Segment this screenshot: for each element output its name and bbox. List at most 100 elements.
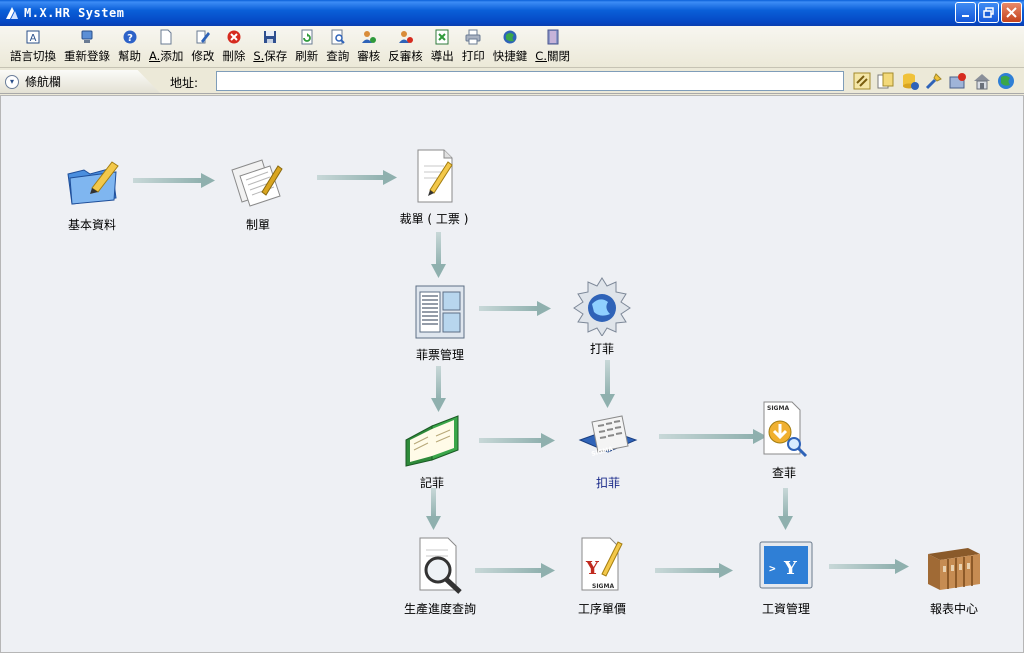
flow-arrows bbox=[133, 170, 909, 578]
toolbar-item-label: 刪除 bbox=[222, 49, 246, 63]
language-switch-button[interactable]: A 語言切換 bbox=[6, 29, 60, 64]
minimize-icon bbox=[961, 14, 969, 17]
flow-node-basic-data[interactable]: 基本資料 bbox=[37, 152, 147, 233]
svg-text:SIGMA: SIGMA bbox=[591, 445, 614, 458]
calculator-ticket-icon: SIGMA bbox=[578, 415, 638, 458]
export-icon bbox=[435, 29, 449, 45]
search-document-icon bbox=[419, 537, 462, 594]
address-input[interactable] bbox=[216, 71, 844, 91]
toolbar-item-label: 修改 bbox=[191, 49, 215, 63]
minimize-button[interactable] bbox=[955, 2, 976, 23]
flow-node-make-order[interactable]: 制單 bbox=[203, 152, 313, 233]
svg-text:A: A bbox=[30, 33, 37, 44]
toolbar-item-label: 查詢 bbox=[326, 49, 350, 63]
refresh-button[interactable]: 刷新 bbox=[291, 29, 322, 64]
toolbar-item-text: 添加 bbox=[160, 49, 184, 63]
close-door-icon bbox=[547, 29, 559, 45]
edit-button[interactable]: 修改 bbox=[187, 29, 218, 64]
chevron-toggle-icon[interactable]: ▾ bbox=[5, 74, 19, 89]
approve-button[interactable]: 審核 bbox=[353, 29, 384, 64]
query-button[interactable]: 查詢 bbox=[322, 29, 353, 64]
flow-node-progress-query[interactable]: 生產進度查詢 bbox=[385, 536, 495, 617]
toolbar-item-text: 關閉 bbox=[546, 49, 570, 63]
flow-node-process-price[interactable]: Y SIGMA 工序單價 bbox=[547, 536, 657, 617]
help-icon: ? bbox=[123, 30, 136, 44]
svg-text:SIGMA: SIGMA bbox=[592, 583, 614, 590]
export-button[interactable]: 導出 bbox=[427, 29, 458, 64]
price-document-icon: Y SIGMA bbox=[581, 537, 623, 591]
arrow-cutting-to-ticket bbox=[431, 232, 446, 278]
close-icon bbox=[1006, 7, 1017, 18]
address-label: 地址: bbox=[170, 76, 199, 90]
accelerator-key: S. bbox=[253, 49, 265, 63]
archive-boxes-icon bbox=[928, 548, 980, 590]
flow-node-report-center[interactable]: 報表中心 bbox=[899, 536, 1009, 617]
toolbar-item-label: 快捷鍵 bbox=[492, 49, 528, 63]
restore-icon bbox=[983, 7, 994, 18]
home-icon[interactable] bbox=[972, 71, 992, 91]
arrow-wage-to-report bbox=[829, 559, 909, 574]
toolbar-item-label: 打印 bbox=[461, 49, 485, 63]
toolbar-item-label: 導出 bbox=[430, 49, 454, 63]
nav-panel-label: 條航欄 bbox=[25, 75, 62, 89]
documents-pen-icon bbox=[231, 159, 283, 207]
network-settings-icon[interactable] bbox=[948, 71, 968, 91]
print-icon bbox=[465, 29, 481, 45]
copy-icon[interactable] bbox=[876, 71, 896, 91]
toolbar-item-label: A.添加 bbox=[149, 48, 183, 64]
shortcut-icon bbox=[503, 30, 517, 44]
svg-text:Y: Y bbox=[783, 558, 798, 579]
app-logo-icon bbox=[6, 7, 18, 19]
add-icon bbox=[160, 29, 172, 45]
flow-node-record-ticket[interactable]: 記菲 bbox=[377, 410, 487, 491]
document-pencil-icon bbox=[417, 149, 453, 203]
flow-node-print-ticket[interactable]: 打菲 bbox=[547, 276, 657, 357]
flow-node-deduct-ticket[interactable]: SIGMA 扣菲 bbox=[553, 410, 663, 491]
save-button[interactable]: S.保存 bbox=[249, 29, 291, 64]
toolbar-item-label: 反審核 bbox=[388, 49, 423, 63]
unapprove-button[interactable]: 反審核 bbox=[384, 29, 427, 64]
svg-text:Y: Y bbox=[585, 558, 600, 579]
flow-node-label: 記菲 bbox=[419, 476, 444, 490]
unapprove-icon bbox=[398, 31, 413, 43]
toolbar-item-text: 保存 bbox=[264, 49, 288, 63]
shortcut-button[interactable]: 快捷鍵 bbox=[489, 29, 532, 64]
toolbar-item-label: 重新登錄 bbox=[64, 49, 110, 63]
title-bar: M.X.HR System bbox=[0, 0, 1024, 26]
address-bar: ▾ 條航欄 地址: bbox=[0, 68, 1024, 94]
svg-text:SIGMA: SIGMA bbox=[767, 405, 789, 412]
database-settings-icon[interactable] bbox=[900, 71, 920, 91]
flow-node-label: 工資管理 bbox=[761, 602, 810, 616]
help-button[interactable]: ? 幫助 bbox=[114, 29, 145, 64]
close-app-button[interactable]: C.關閉 bbox=[531, 29, 574, 64]
restore-button[interactable] bbox=[978, 2, 999, 23]
print-button[interactable]: 打印 bbox=[458, 29, 489, 64]
svg-text:>: > bbox=[769, 562, 776, 575]
open-book-icon bbox=[405, 415, 459, 467]
flow-node-cutting-order[interactable]: 裁單 ( 工票 ) bbox=[379, 146, 489, 227]
toolbar-item-label: 語言切換 bbox=[10, 49, 56, 63]
flow-node-label: 扣菲 bbox=[595, 476, 620, 490]
flow-node-label: 打菲 bbox=[589, 342, 614, 356]
gear-globe-icon bbox=[573, 277, 631, 336]
flow-node-label: 制單 bbox=[245, 218, 270, 232]
accelerator-key: A. bbox=[149, 49, 161, 63]
delete-button[interactable]: 刪除 bbox=[218, 29, 249, 64]
tools-icon[interactable] bbox=[924, 71, 944, 91]
flow-node-label: 報表中心 bbox=[929, 602, 978, 616]
refresh-icon bbox=[301, 29, 313, 45]
add-button[interactable]: A.添加 bbox=[145, 29, 187, 64]
flow-node-ticket-mgmt[interactable]: 菲票管理 bbox=[385, 282, 495, 363]
toolbar: A 語言切換 重新登錄 ? 幫助 A.添加 修改 刪除 S.保存 刷新 查詢 審… bbox=[0, 26, 1024, 68]
flow-node-wage-mgmt[interactable]: > Y 工資管理 bbox=[731, 536, 841, 617]
toolbar-item-label: C.關閉 bbox=[535, 48, 570, 64]
relogin-button[interactable]: 重新登錄 bbox=[60, 29, 114, 64]
link-icon[interactable] bbox=[852, 71, 872, 91]
arrow-price-to-wage bbox=[655, 563, 733, 578]
flow-node-check-ticket[interactable]: SIGMA 查菲 bbox=[729, 400, 839, 481]
flow-node-label: 查菲 bbox=[771, 466, 796, 480]
arrow-ticket-to-record bbox=[431, 366, 446, 412]
nav-panel-tab[interactable]: ▾ 條航欄 bbox=[0, 70, 160, 93]
globe-icon[interactable] bbox=[996, 71, 1016, 91]
close-window-button[interactable] bbox=[1001, 2, 1022, 23]
